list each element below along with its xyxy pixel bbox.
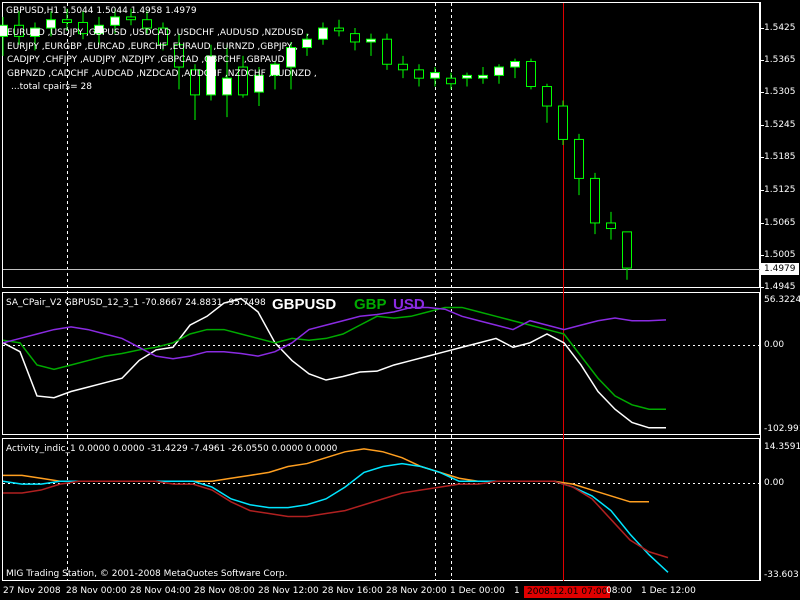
candle-body — [334, 27, 344, 32]
pairs-line: EURJPY ,EURGBP ,EURCAD ,EURCHF ,EURAUD ,… — [7, 41, 298, 52]
candle-body — [414, 69, 424, 79]
pairs-line: GBPNZD ,CADCHF ,AUDCAD ,NZDCAD ,AUDCHF ,… — [7, 68, 317, 79]
activity-orange-line — [3, 448, 649, 503]
price-label: 1.5125 — [764, 185, 796, 195]
time-label: 28 Nov 20:00 — [386, 586, 447, 596]
price-label: 1.5425 — [764, 23, 796, 33]
time-label: 27 Nov 2008 — [3, 586, 61, 596]
candle-body — [110, 16, 120, 26]
indicator1-scale-top: 56.3224 — [764, 295, 800, 305]
candle-body — [462, 74, 472, 79]
candle-body — [622, 231, 632, 269]
indicator1-scale-zero: 0.00 — [764, 340, 785, 350]
time-label: 28 Nov 16:00 — [322, 586, 383, 596]
time-label: 1 Dec 12:00 — [641, 586, 696, 596]
time-label: 28 Nov 00:00 — [66, 586, 127, 596]
pairs-line: EURUSD ,USDJPY ,GBPUSD ,USDCAD ,USDCHF ,… — [7, 28, 310, 38]
candle-body — [446, 77, 456, 85]
candle-body — [350, 33, 360, 43]
current-price-tag: 1.4979 — [761, 263, 799, 275]
pairs-line: CADJPY ,CHFJPY ,AUDJPY ,NZDJPY ,GBPCAD ,… — [7, 55, 291, 65]
symbol-title: GBPUSD,H1 1.5044 1.5044 1.4958 1.4979 — [6, 6, 197, 16]
candle-body — [494, 66, 504, 76]
candle-body — [606, 222, 616, 230]
total-pairs-label: ...total cpairs= 28 — [11, 82, 92, 92]
candle-body — [478, 74, 488, 79]
pairs-list: EURUSD ,USDJPY ,GBPUSD ,USDCAD ,USDCHF ,… — [7, 27, 317, 95]
price-label: 1.5305 — [764, 87, 796, 97]
indicator2-scale-top: 14.3591 — [764, 442, 800, 452]
candle-body — [558, 105, 568, 140]
candle-body — [62, 19, 72, 23]
time-label: 08:00 — [606, 586, 632, 596]
price-label: 1.4945 — [764, 282, 796, 292]
legend-pair: GBPUSD — [272, 296, 337, 313]
activity-cyan-line — [2, 462, 669, 573]
candle-body — [126, 16, 136, 21]
copyright-label: MIG Trading Station, © 2001-2008 MetaQuo… — [6, 569, 288, 579]
candle-body — [542, 86, 552, 107]
indicator2-pane-frame — [2, 438, 760, 581]
time-label: 28 Nov 08:00 — [194, 586, 255, 596]
price-label: 1.5245 — [764, 120, 796, 130]
indicator2-lines — [2, 448, 669, 573]
price-label: 1.5365 — [764, 55, 796, 65]
candle-body — [366, 38, 376, 43]
price-label: 1.5065 — [764, 218, 796, 228]
price-label: 1.5005 — [764, 250, 796, 260]
indicator2-header: Activity_indic_1 0.0000 0.0000 -31.4229 … — [6, 444, 338, 454]
time-label: 28 Nov 04:00 — [130, 586, 191, 596]
indicator1-header: SA_CPair_V2 GBPUSD_12_3_1 -70.8667 24.88… — [6, 298, 266, 308]
candle-body — [430, 72, 440, 79]
price-label: 1.5185 — [764, 152, 796, 162]
candle-body — [526, 60, 536, 88]
time-label: 28 Nov 12:00 — [258, 586, 319, 596]
gbpusd-line — [2, 297, 666, 429]
indicator1-lines — [2, 297, 667, 429]
legend-quote: USD — [393, 296, 425, 313]
time-cursor-label: 2008.12.01 07:00 — [524, 586, 611, 598]
indicator1-scale-bottom: -102.9917 — [764, 424, 800, 434]
legend-base: GBP — [354, 296, 387, 313]
time-label: 1 — [514, 586, 520, 596]
candle-body — [574, 138, 584, 179]
candle-body — [382, 38, 392, 65]
candle-body — [510, 60, 520, 68]
usd-line — [2, 306, 667, 360]
candle-body — [590, 177, 600, 224]
indicator2-scale-zero: 0.00 — [764, 478, 785, 488]
candle-body — [318, 27, 328, 40]
indicator2-scale-bottom: -33.603 — [764, 570, 799, 580]
candle-body — [398, 63, 408, 71]
time-label: 1 Dec 00:00 — [450, 586, 505, 596]
